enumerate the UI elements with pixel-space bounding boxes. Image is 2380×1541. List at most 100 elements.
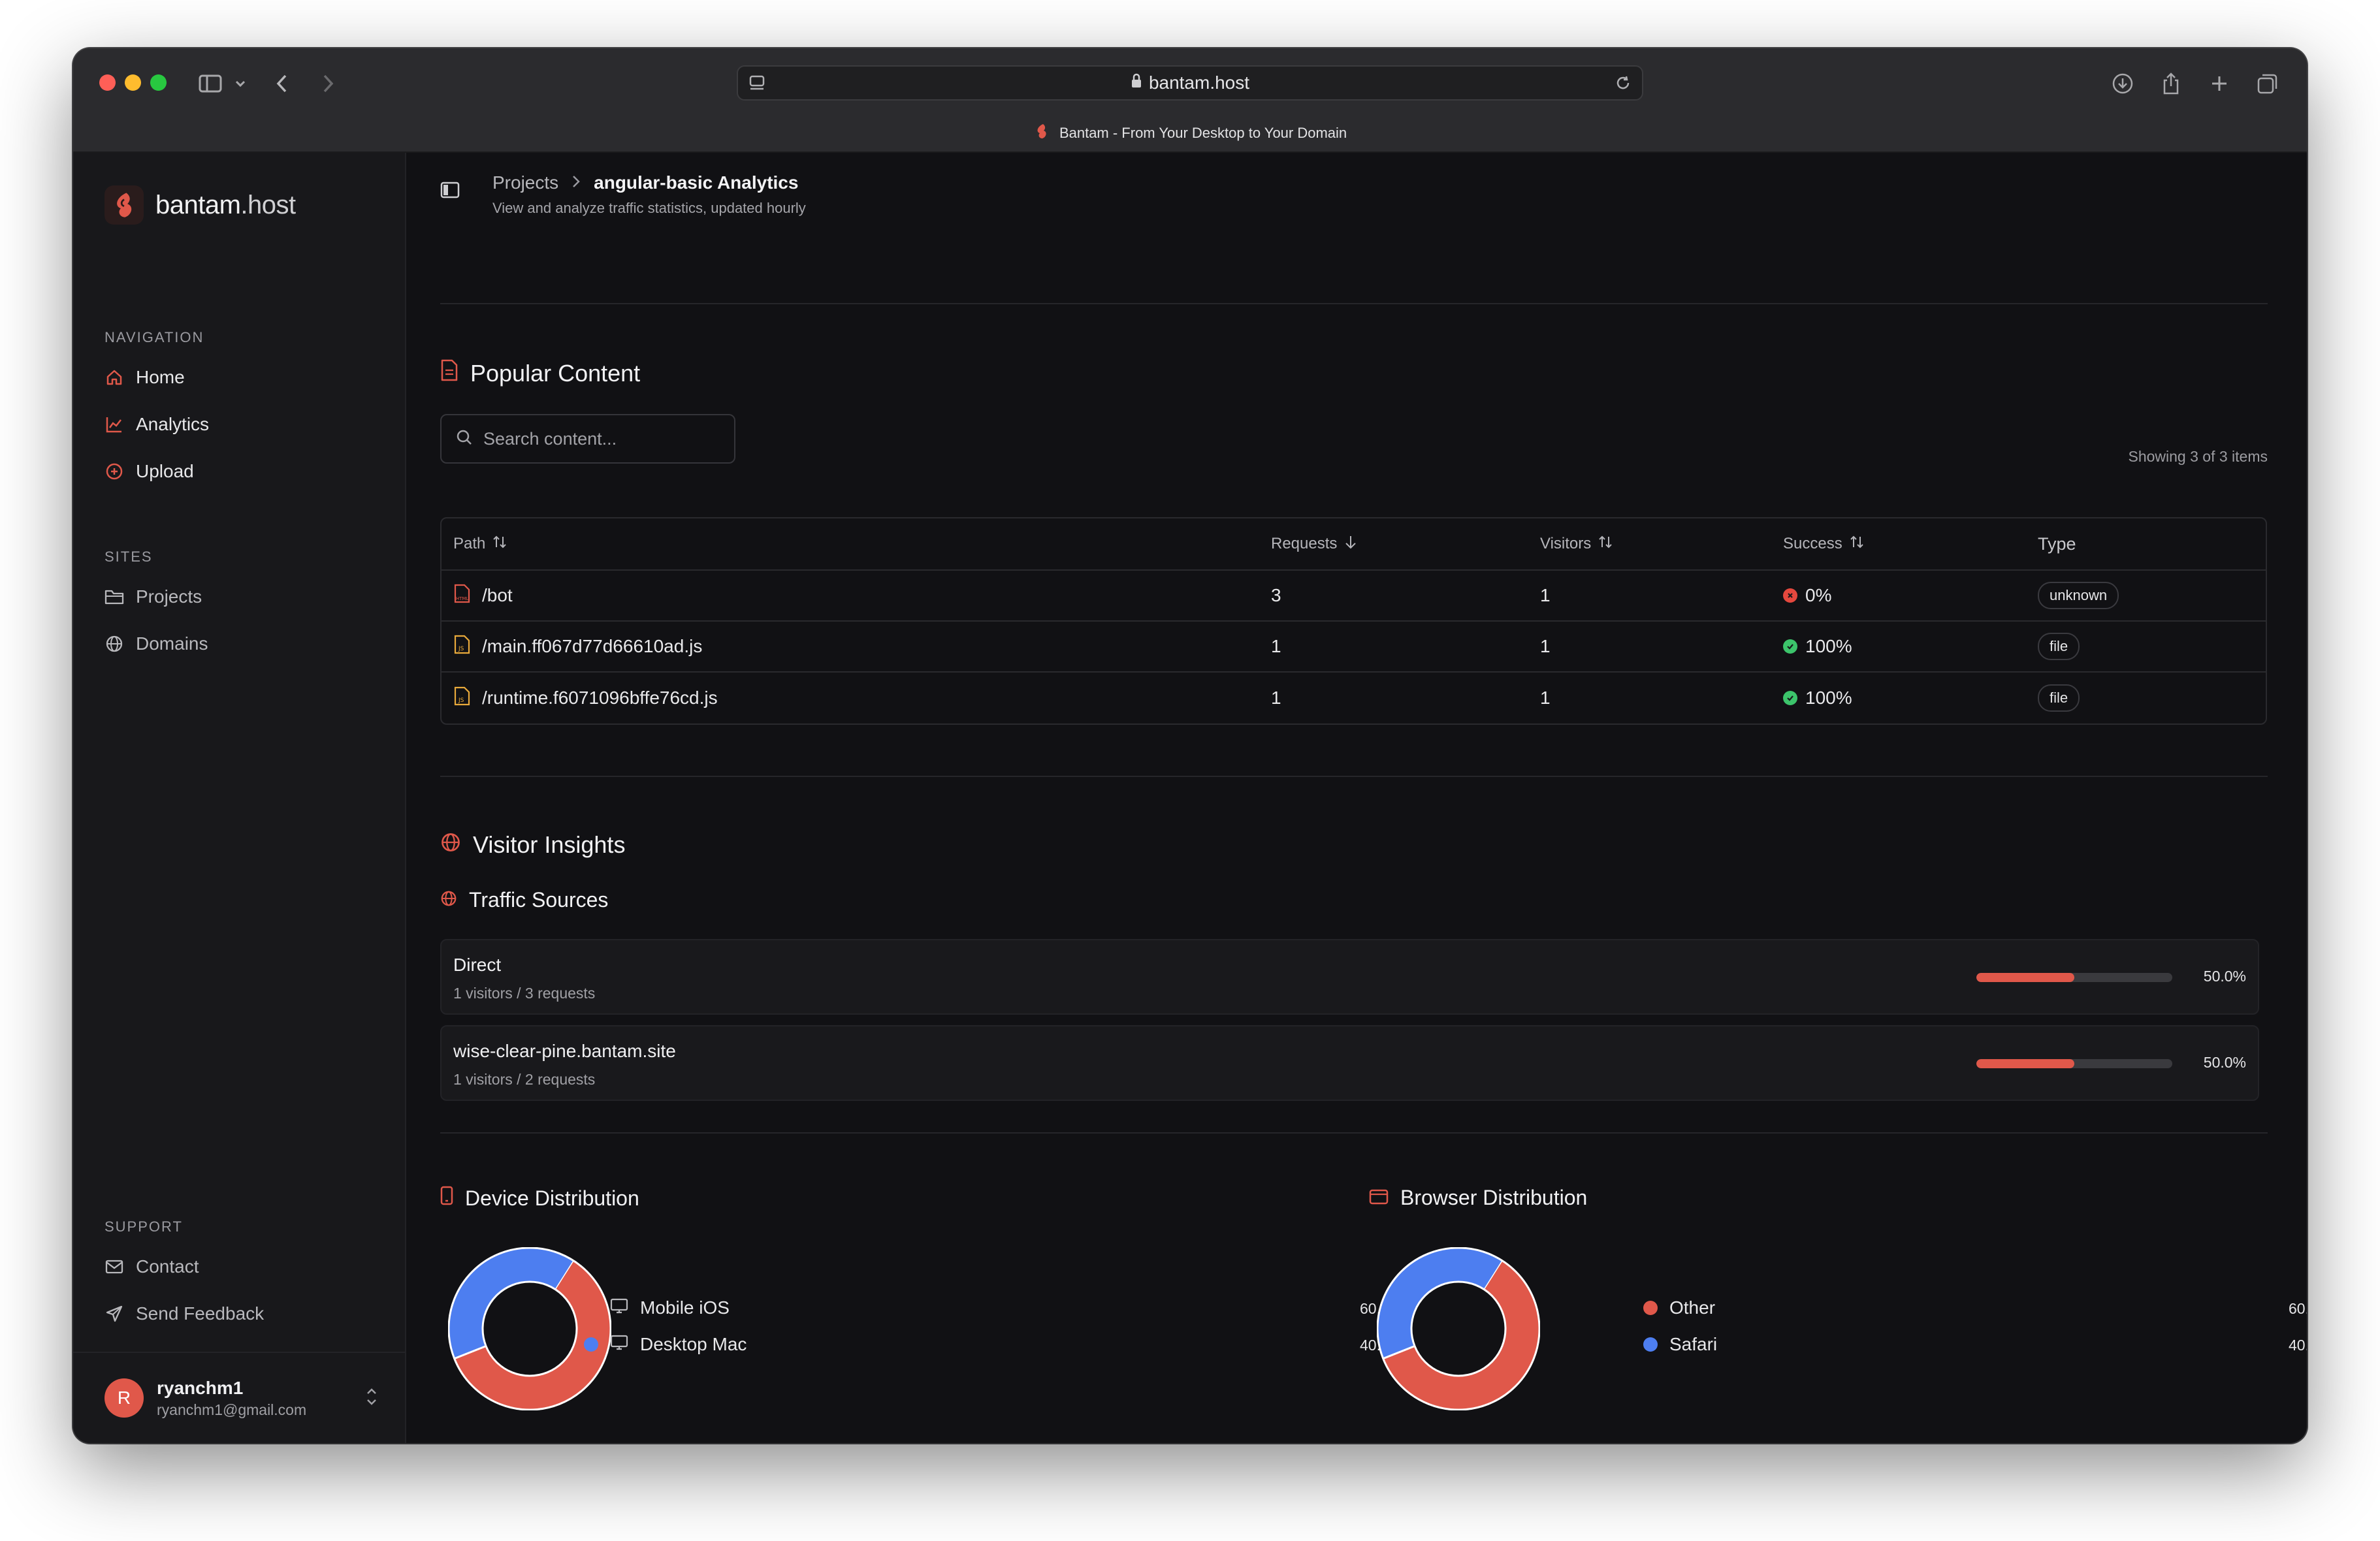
svg-text:JS: JS [458,697,464,704]
folder-icon [105,587,124,607]
visitors-value: 1 [1540,688,1551,708]
search-input[interactable] [483,428,718,449]
browser-toolbar: bantam.host Bantam - From Your Desktop t… [73,48,2307,153]
path-text[interactable]: /runtime.f6071096bffe76cd.js [482,688,718,708]
navigation-section-label: NAVIGATION [105,329,204,345]
type-badge: unknown [2038,582,2119,609]
tab-overview-icon[interactable] [2255,71,2281,97]
collapse-sidebar-icon[interactable] [440,182,460,202]
sidebar-item-label: Analytics [136,414,210,434]
donut-inner-ring [481,1280,578,1377]
breadcrumb: Projects angular-basic Analytics [492,172,798,193]
requests-value: 1 [1259,622,1528,673]
tab-title-text: Bantam - From Your Desktop to Your Domai… [1059,125,1347,141]
source-name: wise-clear-pine.bantam.site [453,1041,676,1061]
traffic-source-item: Direct 1 visitors / 3 requests 50.0% [440,939,2259,1015]
visitors-value: 1 [1528,571,1771,622]
address-bar[interactable]: bantam.host [737,65,1643,101]
column-header-path[interactable]: Path [442,518,1259,571]
legend-dot [584,1301,598,1315]
items-count: Showing 3 of 3 items [2128,448,2268,465]
type-badge: file [2038,633,2080,660]
sidebar-item-projects[interactable]: Projects [105,586,202,607]
success-value: 0% [1805,585,1832,605]
source-percentage: 50.0% [2203,1054,2246,1071]
legend-label: Safari [1669,1334,1718,1354]
bantam-logo-icon [105,185,144,225]
close-window-button[interactable] [99,74,116,91]
globe-icon [440,831,461,859]
column-header-success[interactable]: Success [1771,518,2026,571]
sort-descending-icon [1343,534,1358,554]
zoom-window-button[interactable] [150,74,167,91]
sidebar-item-analytics[interactable]: Analytics [105,414,209,435]
device-donut-chart [448,1247,611,1410]
column-header-visitors[interactable]: Visitors [1528,518,1771,571]
brand[interactable]: bantam.host [105,185,296,225]
legend-label: Other [1669,1297,1716,1318]
reload-icon[interactable] [1615,74,1632,96]
table-header-row: Path Requests Visitors Success Type [442,518,2266,571]
path-text[interactable]: /bot [482,585,513,606]
donut-slice-desktop-mac [449,1248,573,1359]
donut-inner-ring [1410,1280,1507,1377]
browser-distribution-title: Browser Distribution [1400,1186,1588,1209]
path-text[interactable]: /main.ff067d77d66610ad.js [482,636,702,657]
table-row[interactable]: JS/runtime.f6071096bffe76cd.js 1 1 100% … [442,673,2266,723]
progress-fill [1976,973,2074,982]
legend-dot [1643,1301,1658,1315]
download-icon[interactable] [2110,71,2136,97]
mail-icon [105,1257,124,1277]
sidebar-item-label: Send Feedback [136,1303,265,1324]
document-icon [440,359,458,387]
page-title: angular-basic Analytics [594,172,799,193]
breadcrumb-projects[interactable]: Projects [492,172,558,193]
minimize-window-button[interactable] [125,74,141,91]
forward-icon[interactable] [315,71,341,97]
sidebar-item-send-feedback[interactable]: Send Feedback [105,1303,264,1324]
sidebar-item-upload[interactable]: Upload [105,461,194,482]
sidebar: bantam.host NAVIGATION Home Analytics Up… [73,153,406,1443]
sites-section-label: SITES [105,548,153,565]
chevron-right-icon [571,172,581,193]
chevron-up-down-icon[interactable] [364,1386,379,1411]
search-box[interactable] [440,414,735,464]
error-icon [1783,588,1797,603]
source-name: Direct [453,955,502,975]
legend-percentage: 40.0% [2289,1337,2307,1354]
svg-text:HTML: HTML [456,596,469,601]
table-row[interactable]: HTML/bot 3 1 0% unknown [442,571,2266,622]
visitor-insights-heading: Visitor Insights [440,831,625,859]
upload-icon [105,462,124,481]
traffic-sources-title: Traffic Sources [469,888,609,912]
divider [440,303,2268,304]
chevron-down-icon[interactable] [227,71,253,97]
legend-label: Desktop Mac [640,1334,747,1354]
sidebar-item-contact[interactable]: Contact [105,1256,199,1277]
page-subtitle: View and analyze traffic statistics, upd… [492,200,806,216]
js-file-icon: JS [453,635,472,659]
sidebar-item-home[interactable]: Home [105,367,185,388]
main-content: Projects angular-basic Analytics View an… [406,153,2307,1443]
page-header: Projects angular-basic Analytics View an… [406,153,2307,257]
user-menu[interactable]: R ryanchm1 ryanchm1@gmail.com [73,1352,405,1443]
source-percentage: 50.0% [2203,968,2246,985]
tab-title[interactable]: Bantam - From Your Desktop to Your Domai… [73,123,2307,144]
monitor-icon [610,1334,628,1355]
url-text: bantam.host [1148,72,1250,93]
browser-donut-chart [1377,1247,1540,1410]
page-menu-icon[interactable] [748,74,765,96]
sidebar-item-domains[interactable]: Domains [105,633,208,654]
popular-content-heading: Popular Content [440,359,640,387]
favicon-icon [1033,123,1050,144]
window-controls [99,74,167,91]
share-icon[interactable] [2158,71,2184,97]
success-value: 100% [1805,636,1852,656]
brand-name: bantam.host [155,190,296,219]
table-row[interactable]: JS/main.ff067d77d66610ad.js 1 1 100% fil… [442,622,2266,673]
column-header-requests[interactable]: Requests [1259,518,1528,571]
sidebar-toggle-icon[interactable] [197,71,223,97]
new-tab-icon[interactable] [2206,71,2232,97]
browser-distribution-heading: Browser Distribution [1369,1186,1587,1210]
back-icon[interactable] [269,71,295,97]
